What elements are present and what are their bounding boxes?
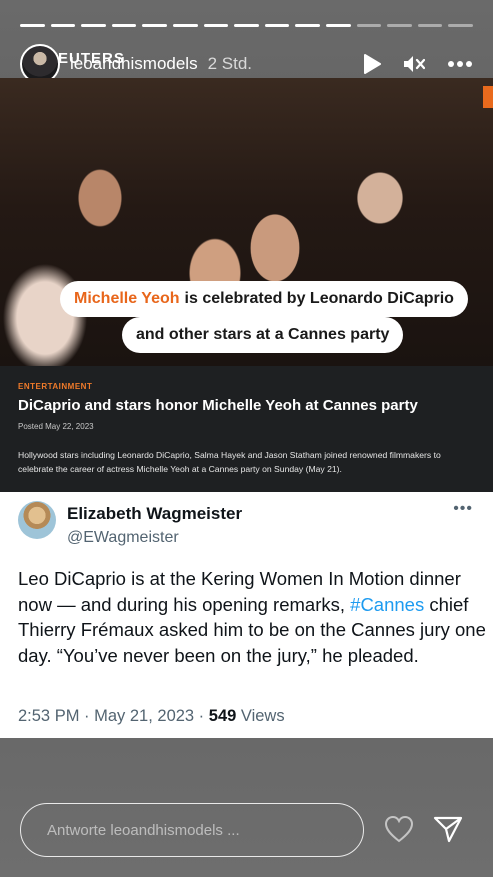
progress-segment [50, 24, 76, 27]
tweet-views-label: Views [236, 707, 285, 725]
tweet-author-avatar [18, 501, 56, 539]
reply-placeholder: Antworte leoandhismodels ... [47, 821, 240, 839]
progress-segment [20, 24, 45, 27]
source-logo: EUTERS [58, 50, 125, 67]
tweet-timestamp: 2:53 PM · May 21, 2023 · [18, 707, 209, 725]
story-viewer[interactable]: leoandhismodels 2 Std. Michelle Yeoh is … [0, 0, 493, 877]
send-icon[interactable] [433, 815, 463, 848]
header-controls [363, 54, 473, 74]
more-icon[interactable] [447, 60, 473, 68]
mute-icon[interactable] [403, 54, 425, 74]
caption-line1-text: is celebrated by Leonardo DiCaprio [184, 290, 454, 307]
progress-segment [417, 24, 443, 27]
progress-segment [172, 24, 198, 27]
progress-segment [264, 24, 290, 27]
tweet-author-name: Elizabeth Wagmeister [67, 504, 243, 523]
progress-segment [142, 24, 167, 27]
progress-segment [295, 24, 320, 27]
story-progress-bar [20, 24, 473, 27]
article-category: ENTERTAINMENT [18, 382, 93, 391]
caption-highlight: Michelle Yeoh [74, 290, 180, 307]
tweet-views-count: 549 [208, 707, 237, 725]
tweet-author-handle: @EWagmeister [67, 529, 179, 546]
progress-segment [387, 24, 412, 27]
orange-tab [483, 86, 493, 108]
tweet-meta: 2:53 PM · May 21, 2023 · 549 Views [18, 707, 285, 726]
article-photo: Michelle Yeoh is celebrated by Leonardo … [0, 78, 493, 366]
story-timestamp: 2 Std. [207, 54, 253, 73]
progress-segment [356, 24, 382, 27]
progress-segment [81, 24, 106, 27]
reply-input[interactable]: Antworte leoandhismodels ... [20, 803, 364, 857]
photo-caption-line1: Michelle Yeoh is celebrated by Leonardo … [60, 281, 468, 317]
progress-segment [325, 24, 351, 27]
shared-article-card: Michelle Yeoh is celebrated by Leonardo … [0, 50, 493, 492]
article-headline: DiCaprio and stars honor Michelle Yeoh a… [18, 397, 418, 414]
progress-segment [448, 24, 473, 27]
photo-caption-line2: and other stars at a Cannes party [122, 317, 404, 353]
tweet-more-icon: ••• [453, 500, 473, 517]
tweet-hashtag: #Cannes [350, 593, 425, 615]
tweet-card: Elizabeth Wagmeister @EWagmeister ••• Le… [0, 492, 493, 738]
progress-segment [234, 24, 259, 27]
article-summary: Hollywood stars including Leonardo DiCap… [18, 450, 441, 474]
play-icon[interactable] [363, 54, 381, 74]
tweet-text: Leo DiCaprio is at the Kering Women In M… [18, 566, 488, 668]
heart-icon[interactable] [384, 815, 414, 848]
article-posted-date: Posted May 22, 2023 [18, 422, 94, 431]
progress-segment [111, 24, 137, 27]
progress-segment [203, 24, 229, 27]
